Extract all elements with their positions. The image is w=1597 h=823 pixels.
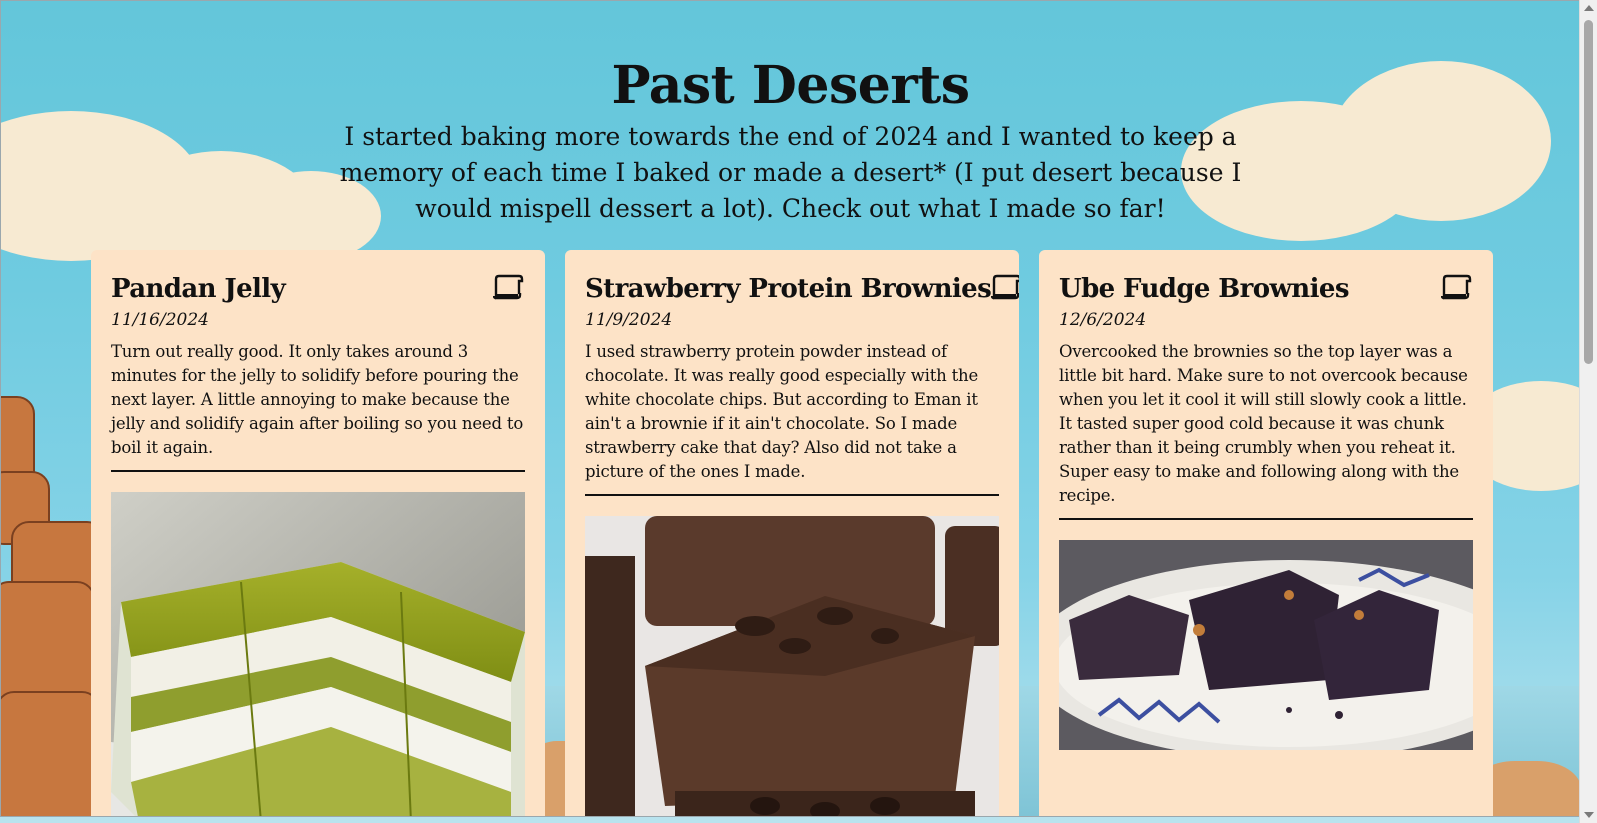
dessert-card-strawberry-protein-brownies: Strawberry Protein Brownies 11/9/2024 I … — [565, 250, 1019, 816]
card-date: 12/6/2024 — [1059, 310, 1147, 330]
card-title: Ube Fudge Brownies — [1059, 274, 1349, 304]
card-header: Ube Fudge Brownies — [1059, 272, 1473, 306]
card-title: Pandan Jelly — [111, 274, 286, 304]
scroll-up-arrow-icon[interactable] — [1584, 5, 1594, 11]
card-header: Strawberry Protein Brownies — [585, 272, 1019, 306]
card-title: Strawberry Protein Brownies — [585, 274, 992, 304]
page-intro: I started baking more towards the end of… — [339, 122, 1242, 223]
recipe-scroll-icon[interactable] — [493, 272, 525, 302]
card-description: Overcooked the brownies so the top layer… — [1059, 342, 1468, 505]
divider — [585, 494, 999, 496]
scroll-down-arrow-icon[interactable] — [1584, 812, 1594, 818]
page-title: Past Deserts — [611, 55, 970, 116]
vertical-scrollbar[interactable] — [1579, 0, 1597, 823]
card-date: 11/16/2024 — [111, 310, 209, 330]
divider — [111, 470, 525, 472]
rock-pillar — [1, 691, 100, 816]
pandan-jelly-photo — [111, 492, 525, 816]
ube-brownie-image — [1059, 540, 1473, 750]
dessert-card-pandan-jelly: Pandan Jelly 11/16/2024 Turn out really … — [91, 250, 545, 816]
pandan-jelly-image — [111, 492, 525, 816]
card-description: I used strawberry protein powder instead… — [585, 342, 979, 481]
card-description: Turn out really good. It only takes arou… — [111, 342, 524, 457]
dessert-card-list: Pandan Jelly 11/16/2024 Turn out really … — [91, 250, 1493, 816]
ube-brownie-photo — [1059, 540, 1473, 750]
page-frame: Past Deserts I started baking more towar… — [0, 0, 1581, 817]
rock-pillar — [1, 581, 95, 705]
card-date: 11/9/2024 — [585, 310, 673, 330]
strawberry-brownie-photo — [585, 516, 999, 816]
recipe-scroll-icon[interactable] — [991, 272, 1019, 302]
brownie-image — [585, 516, 999, 816]
recipe-scroll-icon[interactable] — [1441, 272, 1473, 302]
divider — [1059, 518, 1473, 520]
page-header: Past Deserts I started baking more towar… — [1, 53, 1580, 227]
card-header: Pandan Jelly — [111, 272, 525, 306]
scrollbar-thumb[interactable] — [1584, 20, 1593, 364]
dessert-card-ube-fudge-brownies: Ube Fudge Brownies 12/6/2024 Overcooked … — [1039, 250, 1493, 816]
